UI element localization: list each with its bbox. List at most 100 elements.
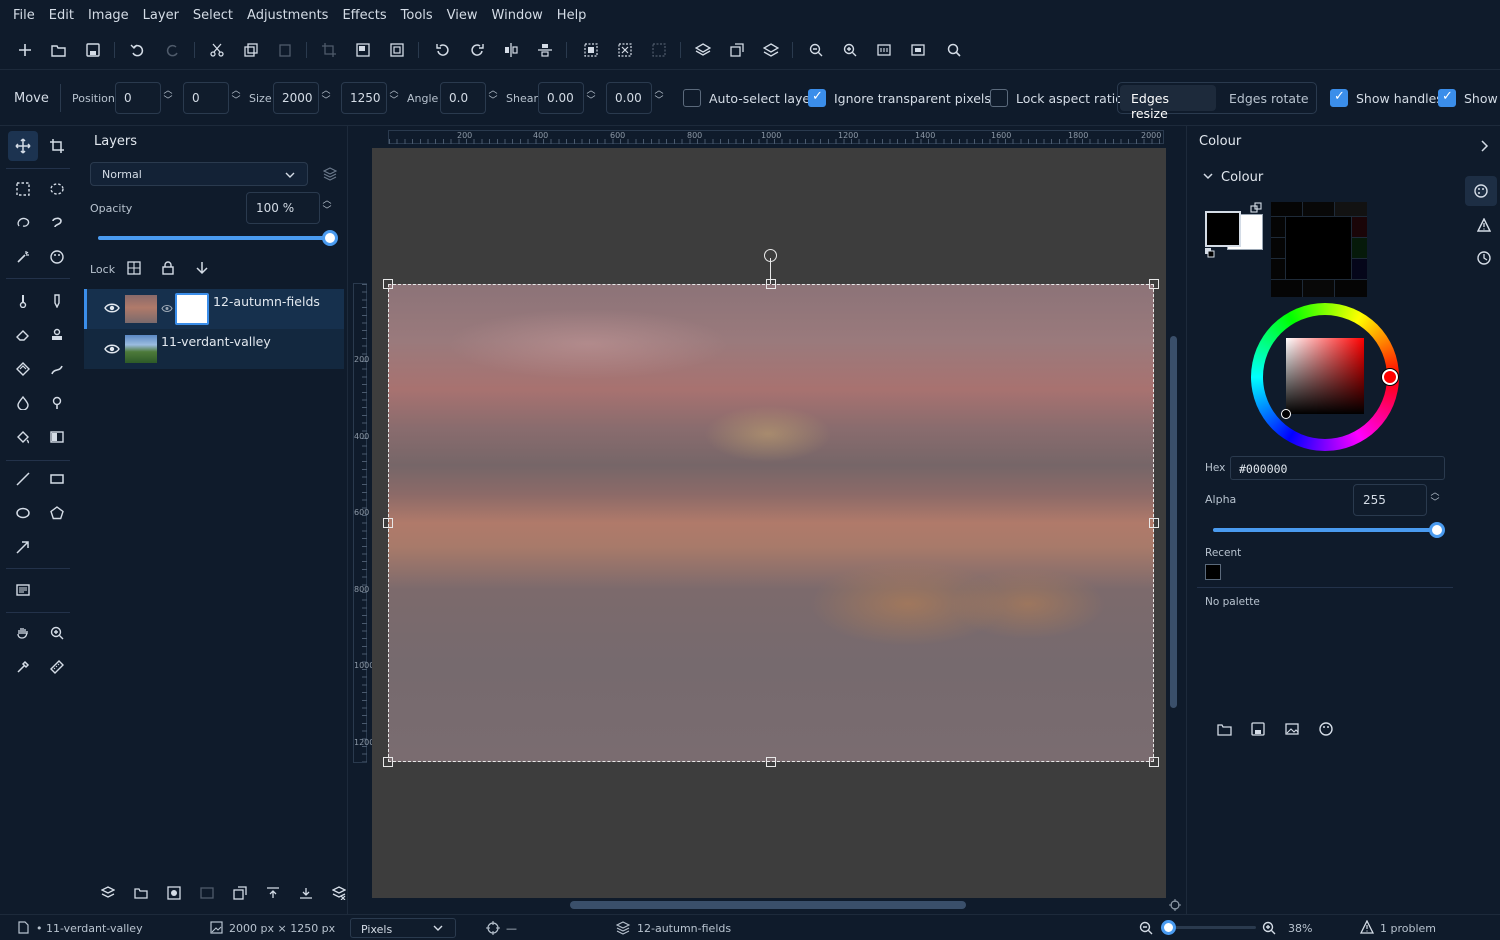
- layer-row[interactable]: 12-autumn-fields: [84, 289, 344, 329]
- copy-icon[interactable]: [240, 39, 262, 61]
- edges-rotate-button[interactable]: Edges rotate: [1229, 91, 1309, 106]
- paste-icon[interactable]: [274, 39, 296, 61]
- blur-tool-icon[interactable]: [8, 388, 38, 418]
- menu-image[interactable]: Image: [81, 8, 136, 23]
- lock-aspect-ratio-checkbox[interactable]: [990, 89, 1008, 107]
- move-layer-down-icon[interactable]: [299, 886, 313, 900]
- measure-tool-icon[interactable]: [42, 652, 72, 682]
- flip-horizontal-icon[interactable]: [500, 39, 522, 61]
- lock-position-arrow-down-icon[interactable]: [195, 261, 209, 275]
- primary-colour-swatch[interactable]: [1205, 211, 1241, 247]
- add-group-folder-icon[interactable]: [134, 886, 148, 900]
- resize-handle-nw[interactable]: [383, 279, 393, 289]
- pattern-fill-icon[interactable]: [8, 354, 38, 384]
- position-y-stepper-icon[interactable]: ︿ ﹀: [231, 86, 241, 106]
- horizontal-scrollbar[interactable]: [570, 901, 966, 909]
- eraser-tool-icon[interactable]: [8, 320, 38, 350]
- angle-input[interactable]: 0.0: [440, 82, 486, 114]
- eye-visibility-icon[interactable]: [104, 302, 120, 314]
- fit-width-icon[interactable]: [873, 39, 895, 61]
- palette-icon[interactable]: [1319, 722, 1333, 736]
- menu-view[interactable]: View: [440, 8, 485, 23]
- shear-x-input[interactable]: 0.00: [538, 82, 584, 114]
- polygon-tool-icon[interactable]: [42, 498, 72, 528]
- alpha-slider-handle[interactable]: [1429, 522, 1445, 538]
- move-layer-up-icon[interactable]: [266, 886, 280, 900]
- show-extra-checkbox[interactable]: [1438, 89, 1456, 107]
- brush-tool-icon[interactable]: [8, 286, 38, 316]
- select-all-icon[interactable]: [580, 39, 602, 61]
- line-tool-icon[interactable]: [8, 464, 38, 494]
- merge-layer-icon[interactable]: [760, 39, 782, 61]
- resize-handle-n[interactable]: [766, 279, 776, 289]
- lock-icon[interactable]: [161, 261, 175, 275]
- colour-select-icon[interactable]: [42, 242, 72, 272]
- size-width-input[interactable]: 2000: [273, 82, 319, 114]
- menu-adjustments[interactable]: Adjustments: [240, 8, 335, 23]
- deselect-icon[interactable]: [614, 39, 636, 61]
- opacity-slider-handle[interactable]: [322, 230, 338, 246]
- colour-history-grid[interactable]: [1271, 202, 1367, 297]
- resize-handle-e[interactable]: [1149, 518, 1159, 528]
- menu-help[interactable]: Help: [550, 8, 594, 23]
- crop-to-selection-icon[interactable]: [318, 39, 340, 61]
- open-folder-icon[interactable]: [48, 39, 70, 61]
- layer-row[interactable]: 11-verdant-valley: [84, 329, 344, 369]
- chevron-right-icon[interactable]: [1479, 140, 1489, 152]
- resize-handle-s[interactable]: [766, 757, 776, 767]
- duplicate-layer-icon[interactable]: [726, 39, 748, 61]
- menu-window[interactable]: Window: [485, 8, 550, 23]
- crop-tool-icon[interactable]: [42, 131, 72, 161]
- add-mask-icon[interactable]: [167, 886, 181, 900]
- hue-wheel[interactable]: [1251, 303, 1399, 451]
- layer-mask-thumbnail[interactable]: [175, 293, 209, 325]
- invert-selection-icon[interactable]: [648, 39, 670, 61]
- pencil-tool-icon[interactable]: [42, 286, 72, 316]
- position-x-input[interactable]: 0: [115, 82, 161, 114]
- lasso-select-icon[interactable]: [8, 208, 38, 238]
- recent-colour-swatch[interactable]: [1205, 564, 1221, 580]
- auto-select-layer-checkbox[interactable]: [683, 89, 701, 107]
- sv-picker-handle[interactable]: [1281, 409, 1291, 419]
- resize-canvas-icon[interactable]: [386, 39, 408, 61]
- shear-y-input[interactable]: 0.00: [606, 82, 652, 114]
- add-layer-icon[interactable]: [101, 886, 115, 900]
- hex-input[interactable]: #000000: [1230, 456, 1445, 480]
- rectangle-select-icon[interactable]: [8, 174, 38, 204]
- tab-colour[interactable]: [1465, 176, 1497, 206]
- smudge-tool-icon[interactable]: [42, 354, 72, 384]
- ellipse-tool-icon[interactable]: [8, 498, 38, 528]
- zoom-tool-icon[interactable]: [42, 618, 72, 648]
- chevron-down-icon[interactable]: [1203, 173, 1213, 181]
- opacity-slider-track[interactable]: [98, 230, 338, 246]
- apply-mask-icon[interactable]: [200, 886, 214, 900]
- menu-select[interactable]: Select: [186, 8, 240, 23]
- center-view-icon[interactable]: [1169, 899, 1181, 911]
- cut-icon[interactable]: [206, 39, 228, 61]
- saturation-value-square[interactable]: [1286, 338, 1364, 414]
- resize-image-icon[interactable]: [352, 39, 374, 61]
- shear-y-stepper-icon[interactable]: ︿ ﹀: [654, 86, 664, 106]
- add-layer-icon[interactable]: [692, 39, 714, 61]
- warning-triangle-icon[interactable]: [1477, 218, 1491, 232]
- arrow-tool-icon[interactable]: [8, 532, 38, 562]
- zoom-in-icon[interactable]: [839, 39, 861, 61]
- dodge-burn-icon[interactable]: [42, 388, 72, 418]
- rotate-right-icon[interactable]: [466, 39, 488, 61]
- size-height-input[interactable]: 1250: [341, 82, 387, 114]
- text-tool-icon[interactable]: [8, 575, 38, 605]
- resize-handle-sw[interactable]: [383, 757, 393, 767]
- menu-effects[interactable]: Effects: [335, 8, 393, 23]
- colour-section-title[interactable]: Colour: [1221, 170, 1263, 185]
- units-select[interactable]: Pixels: [350, 918, 456, 938]
- vertical-scrollbar[interactable]: [1170, 336, 1177, 708]
- duplicate-layer-icon[interactable]: [233, 886, 247, 900]
- resize-handle-se[interactable]: [1149, 757, 1159, 767]
- size-width-stepper-icon[interactable]: ︿ ﹀: [321, 86, 331, 106]
- alpha-slider-track[interactable]: [1213, 522, 1445, 538]
- magnetic-lasso-icon[interactable]: [42, 208, 72, 238]
- gradient-tool-icon[interactable]: [42, 422, 72, 452]
- reset-colours-icon[interactable]: [1205, 248, 1215, 258]
- search-icon[interactable]: [943, 39, 965, 61]
- move-tool-icon[interactable]: [8, 131, 38, 161]
